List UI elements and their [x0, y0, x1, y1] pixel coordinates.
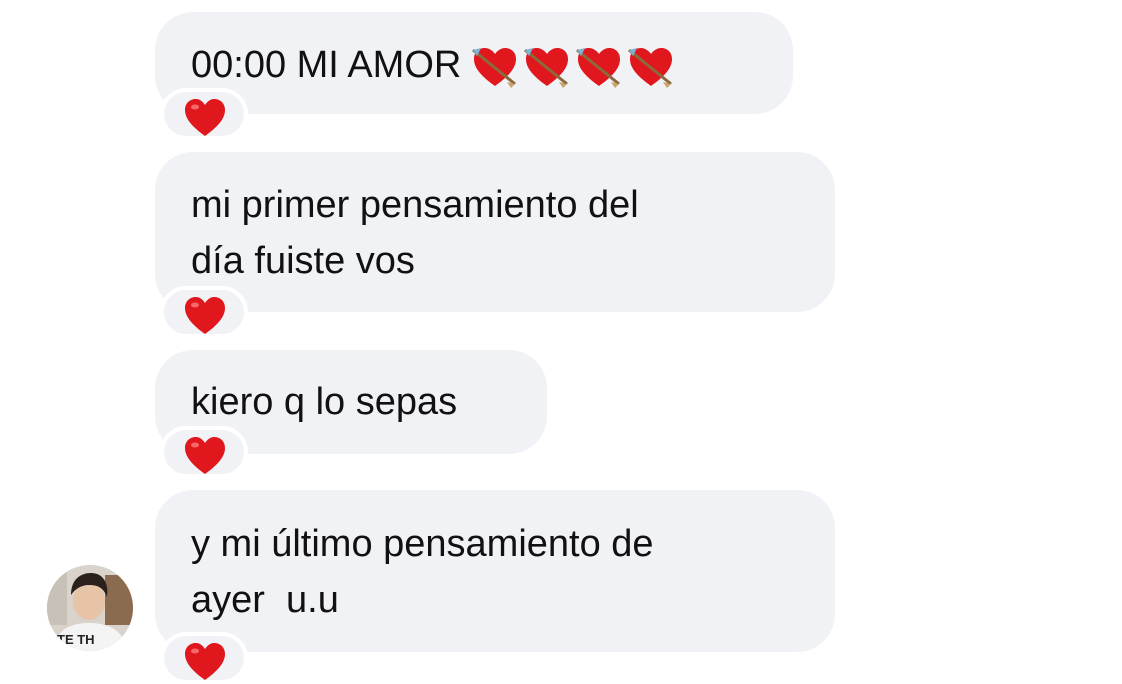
reaction-badge[interactable] [160, 286, 248, 338]
reaction-badge[interactable] [160, 426, 248, 478]
reaction-badge[interactable] [160, 632, 248, 684]
message-bubble[interactable]: 00:00 MI AMOR [155, 12, 793, 114]
avatar[interactable]: TE TH [47, 565, 133, 651]
heart-with-arrow-icon [472, 47, 517, 88]
emoji-group [471, 37, 679, 93]
heart-with-arrow-icon [576, 47, 621, 88]
red-heart-icon [185, 643, 225, 680]
reaction-badge[interactable] [160, 88, 248, 140]
heart-with-arrow-icon [524, 47, 569, 88]
red-heart-icon [185, 437, 225, 474]
shirt-text: TE TH [57, 632, 95, 647]
profile-photo: TE TH [47, 565, 133, 651]
message-text: kiero q lo sepas [191, 381, 458, 423]
heart-with-arrow-icon [628, 47, 673, 88]
message-text: mi primer pensamiento del día fuiste vos [191, 184, 639, 282]
message-text: y mi último pensamiento de ayer u.u [191, 523, 654, 621]
message-bubble[interactable]: y mi último pensamiento de ayer u.u [155, 490, 835, 652]
message-bubble[interactable]: mi primer pensamiento del día fuiste vos [155, 152, 835, 312]
red-heart-icon [185, 297, 225, 334]
red-heart-icon [185, 99, 225, 136]
message-text: 00:00 MI AMOR [191, 43, 462, 86]
